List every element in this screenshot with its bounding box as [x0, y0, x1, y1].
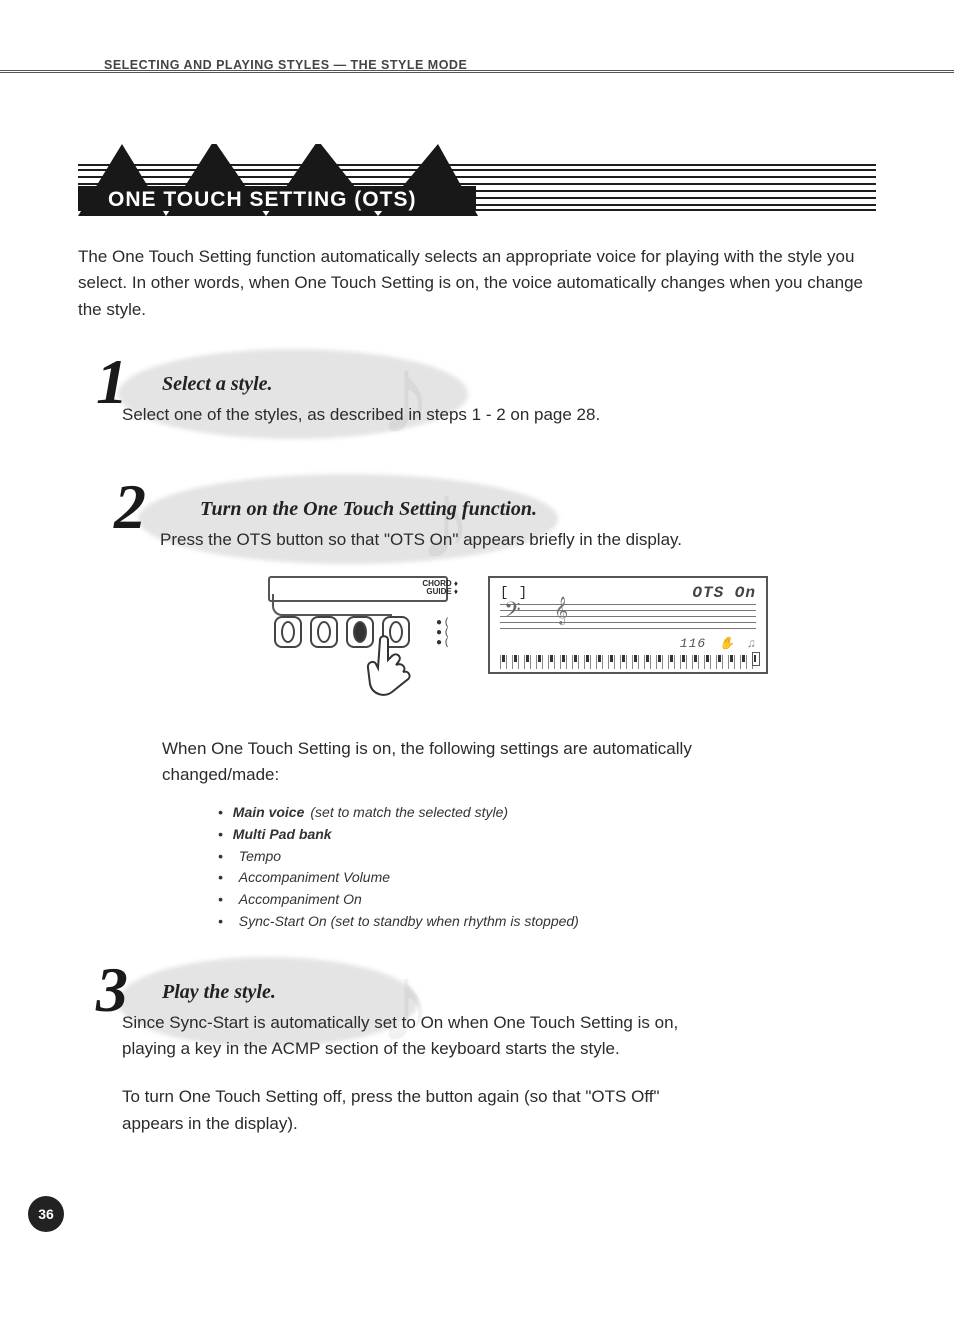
bullet-strong: Multi Pad bank [233, 824, 332, 846]
bullet-rest: (set to match the selected style) [310, 802, 508, 824]
bullet-strong: Main voice [233, 802, 305, 824]
step-1: ♪ 1 Select a style. Select one of the st… [78, 363, 876, 428]
list-item: • Accompaniment Volume [218, 867, 876, 889]
step-2: ♪ 2 Turn on the One Touch Setting functi… [78, 488, 876, 932]
note-icon: ♫ [748, 637, 756, 651]
step-3: ♪ 3 Play the style. Since Sync-Start is … [78, 971, 876, 1137]
panel-button [310, 616, 338, 648]
lcd-tempo-row: 116 ✋ ♫ [500, 636, 756, 651]
step-title: Turn on the One Touch Setting function. [200, 488, 876, 521]
panel-button [274, 616, 302, 648]
section-intro: The One Touch Setting function automatic… [78, 244, 876, 323]
step-title: Play the style. [162, 971, 876, 1004]
step-number: 2 [114, 470, 146, 544]
panel-label-line2: GUIDE [426, 587, 451, 596]
bullet-rest: Sync-Start On (set to standby when rhyth… [239, 911, 579, 933]
lcd-keyboard-icon [500, 655, 756, 669]
list-item: • Multi Pad bank [218, 824, 876, 846]
bullet-rest: Tempo [239, 846, 281, 868]
bullet-rest: Accompaniment On [239, 889, 362, 911]
section-title: ONE TOUCH SETTING (OTS) [108, 188, 416, 212]
eighth-note-icon: ♪ [378, 333, 433, 460]
bass-clef-icon: 𝄢 [504, 598, 521, 629]
hand-icon: ✋ [719, 637, 735, 651]
step-body-secondary: To turn One Touch Setting off, press the… [122, 1084, 682, 1137]
settings-bullet-list: • Main voice (set to match the selected … [218, 802, 876, 932]
lcd-tempo-value: 116 [680, 636, 706, 651]
lcd-display: [ ] OTS On 𝄢 𝄞 116 ✋ ♫ [488, 576, 768, 674]
step-body: Select one of the styles, as described i… [122, 402, 682, 428]
eighth-note-icon: ♪ [418, 458, 473, 585]
list-item: • Accompaniment On [218, 889, 876, 911]
step-2-followup: When One Touch Setting is on, the follow… [162, 736, 722, 789]
step-body: Since Sync-Start is automatically set to… [122, 1010, 682, 1063]
step-body: Press the OTS button so that "OTS On" ap… [160, 527, 720, 553]
pointing-hand-icon [362, 632, 422, 702]
panel-wire [272, 594, 392, 616]
illustration-row: CHORD ♦ GUIDE ♦ ● (● (● ( [ ] [268, 576, 876, 706]
bullet-rest: Accompaniment Volume [239, 867, 390, 889]
list-item: • Sync-Start On (set to standby when rhy… [218, 911, 876, 933]
panel-indicator-dots: ● (● (● ( [436, 618, 448, 648]
panel-illustration: CHORD ♦ GUIDE ♦ ● (● (● ( [268, 576, 458, 706]
section-banner: ONE TOUCH SETTING (OTS) [78, 160, 876, 216]
step-title: Select a style. [162, 363, 876, 396]
treble-clef-icon: 𝄞 [554, 598, 568, 625]
manual-page: SELECTING AND PLAYING STYLES — THE STYLE… [0, 0, 954, 1318]
header-breadcrumb: SELECTING AND PLAYING STYLES — THE STYLE… [104, 58, 467, 72]
lcd-status-text: OTS On [692, 584, 756, 602]
list-item: • Main voice (set to match the selected … [218, 802, 876, 824]
page-number: 36 [28, 1196, 64, 1232]
battery-icon [752, 652, 760, 666]
lcd-staff-lines: 𝄢 𝄞 [500, 604, 756, 634]
list-item: • Tempo [218, 846, 876, 868]
